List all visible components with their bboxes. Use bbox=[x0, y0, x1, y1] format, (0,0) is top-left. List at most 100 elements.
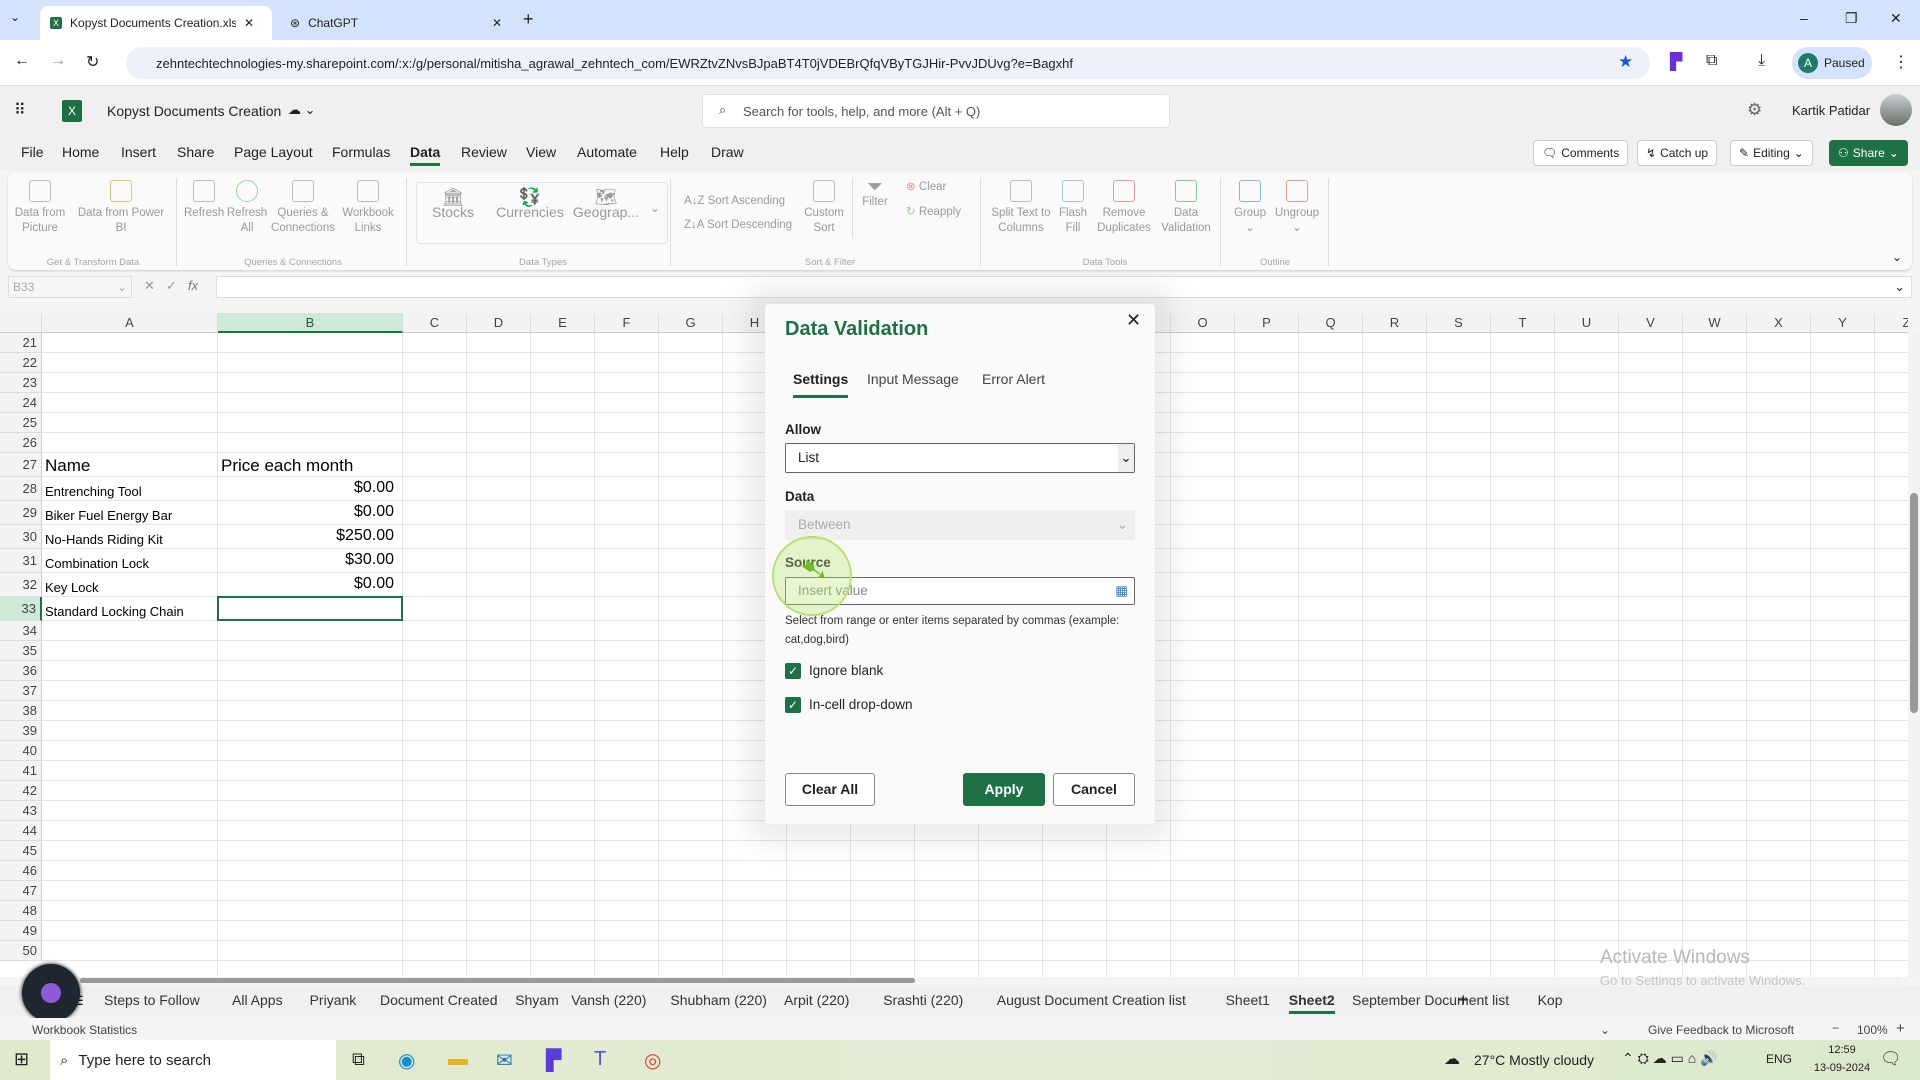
row-header-25[interactable]: 25 bbox=[0, 413, 42, 433]
cell-b28[interactable]: $0.00 bbox=[218, 479, 394, 497]
teams-icon[interactable]: T bbox=[594, 1048, 606, 1071]
feedback-link[interactable]: Give Feedback to Microsoft bbox=[1648, 1023, 1794, 1037]
row-header-26[interactable]: 26 bbox=[0, 433, 42, 453]
comments-button[interactable]: 🗨 Comments bbox=[1533, 140, 1629, 166]
row-header-24[interactable]: 24 bbox=[0, 393, 42, 413]
sort-ascending-button[interactable]: A↓Z Sort Ascending bbox=[684, 194, 785, 209]
row-header-33[interactable]: 33 bbox=[0, 597, 42, 621]
column-header-w[interactable]: W bbox=[1683, 313, 1747, 333]
currencies-button[interactable]: 💱 Currencies bbox=[494, 188, 566, 220]
cell-a33[interactable]: Standard Locking Chain bbox=[45, 604, 184, 619]
ignore-blank-checkbox[interactable]: ✓ bbox=[785, 663, 801, 679]
custom-sort-button[interactable]: Custom Sort bbox=[804, 180, 844, 236]
remove-duplicates-button[interactable]: Remove Duplicates bbox=[1094, 180, 1154, 236]
tab-error-alert[interactable]: Error Alert bbox=[982, 371, 1045, 387]
reapply-button[interactable]: ↻ Reapply bbox=[906, 205, 961, 220]
flash-fill-button[interactable]: Flash Fill bbox=[1056, 180, 1090, 236]
sheet-tab[interactable]: Arpit (220) bbox=[784, 992, 849, 1008]
windows-start-icon[interactable]: ⊞ bbox=[14, 1049, 29, 1070]
bookmark-star-icon[interactable]: ★ bbox=[1618, 52, 1633, 72]
close-icon[interactable]: ✕ bbox=[1126, 310, 1141, 331]
column-header-e[interactable]: E bbox=[531, 313, 595, 333]
column-header-y[interactable]: Y bbox=[1811, 313, 1875, 333]
system-tray-icons[interactable]: ⌃ ⛭ ☁ ▭ ⌂ 🔊 bbox=[1622, 1050, 1718, 1067]
workbook-links-button[interactable]: Workbook Links bbox=[338, 180, 398, 236]
data-types-more-chevron-icon[interactable]: ⌄ bbox=[650, 202, 660, 217]
chrome-icon[interactable]: ◎ bbox=[644, 1048, 661, 1073]
extensions-puzzle-icon[interactable]: ⧉ bbox=[1706, 52, 1717, 70]
close-window-icon[interactable]: ✕ bbox=[1890, 10, 1902, 27]
column-header-a[interactable]: A bbox=[42, 313, 218, 333]
row-header-35[interactable]: 35 bbox=[0, 641, 42, 661]
column-header-g[interactable]: G bbox=[659, 313, 723, 333]
sheet-tab[interactable]: Kop bbox=[1538, 992, 1563, 1008]
cell-a27[interactable]: Name bbox=[45, 456, 90, 476]
row-header-38[interactable]: 38 bbox=[0, 701, 42, 721]
new-tab-icon[interactable]: + bbox=[523, 9, 534, 30]
clock-time[interactable]: 12:59 bbox=[1812, 1044, 1872, 1056]
weather-text[interactable]: 27°C Mostly cloudy bbox=[1474, 1052, 1594, 1068]
zoom-level[interactable]: 100% bbox=[1857, 1023, 1888, 1037]
download-icon[interactable]: ⤓ bbox=[1758, 52, 1765, 70]
clear-button[interactable]: ⊗ Clear bbox=[906, 180, 946, 195]
sheet-tab[interactable]: Priyank bbox=[310, 992, 357, 1008]
allow-select[interactable]: List ⌄ bbox=[785, 443, 1135, 473]
power-automate-icon[interactable]: ▛ bbox=[546, 1048, 561, 1073]
mail-icon[interactable]: ✉ bbox=[496, 1048, 513, 1073]
row-header-42[interactable]: 42 bbox=[0, 781, 42, 801]
extension-icon[interactable]: ▛ bbox=[1670, 52, 1682, 72]
in-cell-dropdown-checkbox[interactable]: ✓ bbox=[785, 697, 801, 713]
tab-formulas[interactable]: Formulas bbox=[332, 144, 390, 160]
cell-b32[interactable]: $0.00 bbox=[218, 575, 394, 593]
insert-function-icon[interactable]: fx bbox=[188, 278, 198, 293]
row-header-32[interactable]: 32 bbox=[0, 573, 42, 597]
group-button[interactable]: Group ⌄ bbox=[1230, 180, 1270, 236]
cancel-button[interactable]: Cancel bbox=[1053, 773, 1135, 806]
tab-share[interactable]: Share bbox=[177, 144, 214, 160]
sheet-tab[interactable]: Sheet1 bbox=[1226, 992, 1270, 1008]
reload-icon[interactable]: ↻ bbox=[86, 52, 99, 72]
row-header-44[interactable]: 44 bbox=[0, 821, 42, 841]
sheet-tab[interactable]: Steps to Follow bbox=[104, 992, 200, 1008]
taskbar-search[interactable]: ⌕ Type here to search bbox=[50, 1040, 336, 1080]
column-header-u[interactable]: U bbox=[1555, 313, 1619, 333]
column-header-s[interactable]: S bbox=[1427, 313, 1491, 333]
row-header-21[interactable]: 21 bbox=[0, 333, 42, 353]
edge-icon[interactable]: ◉ bbox=[398, 1048, 415, 1073]
row-header-47[interactable]: 47 bbox=[0, 881, 42, 901]
sheet-tab[interactable]: September Document list bbox=[1352, 992, 1509, 1008]
close-icon[interactable]: ✕ bbox=[492, 16, 502, 30]
settings-gear-icon[interactable]: ⚙ bbox=[1747, 100, 1762, 120]
column-header-t[interactable]: T bbox=[1491, 313, 1555, 333]
zoom-in-icon[interactable]: + bbox=[1896, 1020, 1905, 1037]
name-box[interactable]: B33 ⌄ bbox=[8, 276, 132, 298]
stocks-button[interactable]: 🏛 Stocks bbox=[428, 188, 478, 220]
column-header-o[interactable]: O bbox=[1171, 313, 1235, 333]
user-name[interactable]: Kartik Patidar bbox=[1792, 103, 1870, 118]
tab-data[interactable]: Data bbox=[410, 144, 441, 166]
menu-kebab-icon[interactable]: ⋮ bbox=[1893, 52, 1909, 72]
cell-a32[interactable]: Key Lock bbox=[45, 580, 98, 595]
column-header-f[interactable]: F bbox=[595, 313, 659, 333]
scroll-thumb[interactable] bbox=[1910, 493, 1918, 713]
row-header-27[interactable]: 27 bbox=[0, 453, 42, 477]
row-header-46[interactable]: 46 bbox=[0, 861, 42, 881]
column-header-v[interactable]: V bbox=[1619, 313, 1683, 333]
file-explorer-icon[interactable]: ▬ bbox=[448, 1048, 468, 1071]
clock-date[interactable]: 13-09-2024 bbox=[1812, 1062, 1872, 1074]
scroll-thumb[interactable] bbox=[80, 978, 915, 983]
column-header-d[interactable]: D bbox=[467, 313, 531, 333]
profile-button[interactable]: A Paused bbox=[1792, 47, 1872, 79]
cell-a30[interactable]: No-Hands Riding Kit bbox=[45, 532, 163, 547]
column-header-p[interactable]: P bbox=[1235, 313, 1299, 333]
sheet-tab[interactable]: All Apps bbox=[232, 992, 283, 1008]
refresh-all-button[interactable]: Refresh All bbox=[226, 180, 268, 236]
sheet-tab[interactable]: Sheet2 bbox=[1288, 992, 1335, 1014]
search-input[interactable]: ⌕ Search for tools, help, and more (Alt … bbox=[702, 94, 1170, 128]
cell-a28[interactable]: Entrenching Tool bbox=[45, 484, 142, 499]
column-header-z[interactable]: Z bbox=[1875, 313, 1908, 333]
data-validation-button[interactable]: Data Validation bbox=[1156, 180, 1216, 236]
cell-b31[interactable]: $30.00 bbox=[218, 551, 394, 569]
row-header-36[interactable]: 36 bbox=[0, 661, 42, 681]
notifications-icon[interactable]: 🗨 bbox=[1880, 1049, 1902, 1069]
